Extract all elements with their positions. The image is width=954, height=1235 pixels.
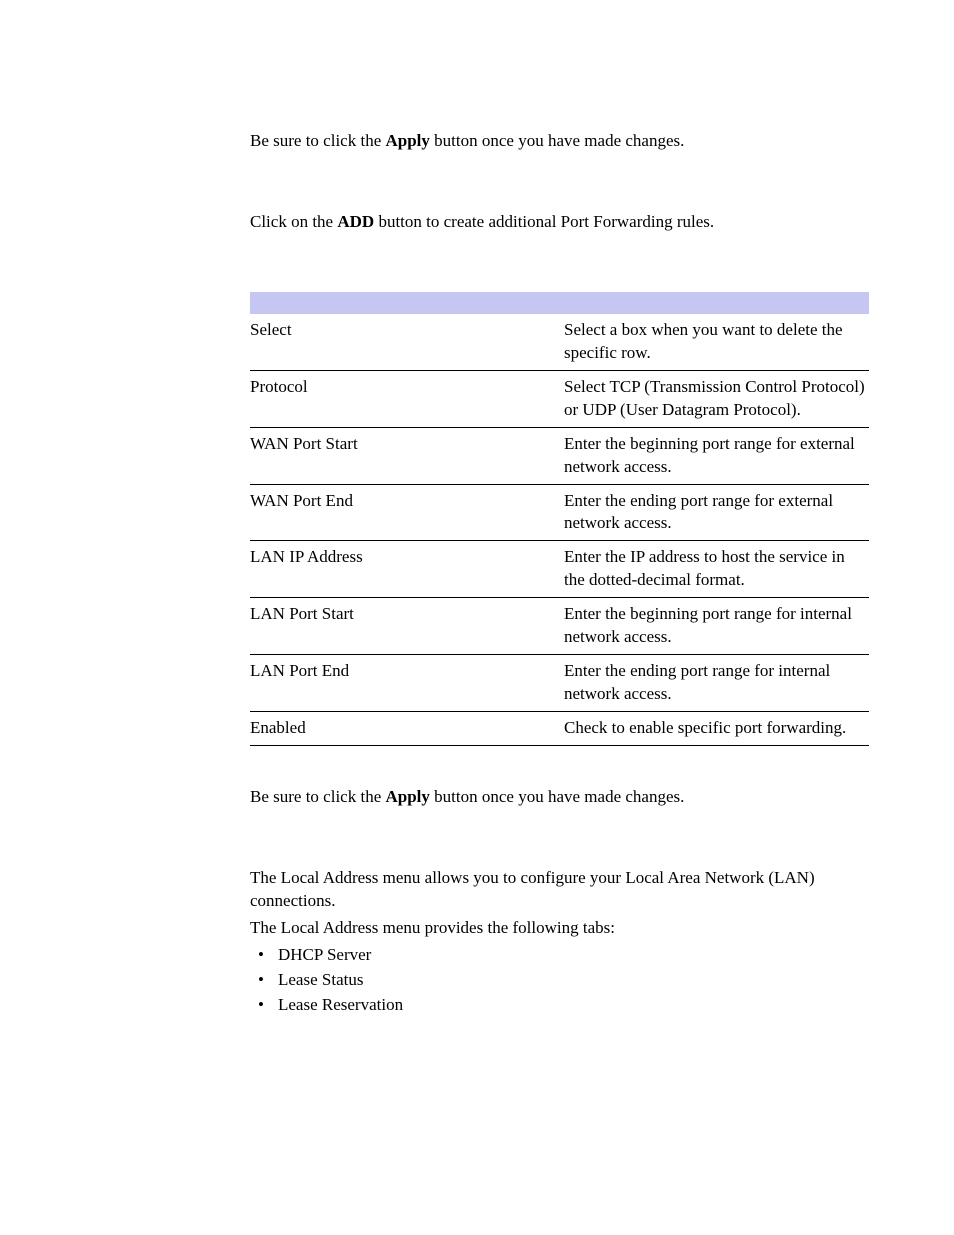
list-item: DHCP Server — [250, 944, 869, 967]
table-cell-desc: Select a box when you want to delete the… — [564, 314, 869, 370]
table-cell-desc: Enter the beginning port range for exter… — [564, 427, 869, 484]
table-row: LAN Port Start Enter the beginning port … — [250, 598, 869, 655]
table-row: LAN IP Address Enter the IP address to h… — [250, 541, 869, 598]
paragraph-tabs-intro: The Local Address menu provides the foll… — [250, 917, 869, 940]
table-cell-label: WAN Port End — [250, 484, 564, 541]
text-bold: Apply — [386, 131, 430, 150]
table-cell-desc: Check to enable specific port forwarding… — [564, 712, 869, 746]
text: button to create additional Port Forward… — [374, 212, 714, 231]
table-header-bar — [250, 292, 869, 314]
table-cell-desc: Enter the ending port range for external… — [564, 484, 869, 541]
table-cell-label: Enabled — [250, 712, 564, 746]
table-cell-label: LAN IP Address — [250, 541, 564, 598]
table-row: Select Select a box when you want to del… — [250, 314, 869, 370]
tabs-list: DHCP Server Lease Status Lease Reservati… — [250, 944, 869, 1017]
table-cell-desc: Enter the IP address to host the service… — [564, 541, 869, 598]
paragraph-add: Click on the ADD button to create additi… — [250, 211, 869, 234]
text-bold: Apply — [386, 787, 430, 806]
table-cell-desc: Enter the ending port range for internal… — [564, 655, 869, 712]
text: button once you have made changes. — [430, 787, 684, 806]
text: button once you have made changes. — [430, 131, 684, 150]
table-row: Protocol Select TCP (Transmission Contro… — [250, 370, 869, 427]
text: Click on the — [250, 212, 337, 231]
table-row: Enabled Check to enable specific port fo… — [250, 712, 869, 746]
list-item: Lease Status — [250, 969, 869, 992]
text: Be sure to click the — [250, 131, 386, 150]
table-row: WAN Port Start Enter the beginning port … — [250, 427, 869, 484]
table-row: LAN Port End Enter the ending port range… — [250, 655, 869, 712]
table-cell-label: Protocol — [250, 370, 564, 427]
text-bold: ADD — [337, 212, 374, 231]
document-page: Be sure to click the Apply button once y… — [0, 0, 954, 1079]
table-cell-label: WAN Port Start — [250, 427, 564, 484]
table-row: WAN Port End Enter the ending port range… — [250, 484, 869, 541]
paragraph-apply-2: Be sure to click the Apply button once y… — [250, 786, 869, 809]
text: Be sure to click the — [250, 787, 386, 806]
paragraph-local-address: The Local Address menu allows you to con… — [250, 867, 869, 913]
table-cell-desc: Enter the beginning port range for inter… — [564, 598, 869, 655]
table-cell-desc: Select TCP (Transmission Control Protoco… — [564, 370, 869, 427]
port-forwarding-table: Select Select a box when you want to del… — [250, 292, 869, 746]
table-cell-label: Select — [250, 314, 564, 370]
table-cell-label: LAN Port End — [250, 655, 564, 712]
table-cell-label: LAN Port Start — [250, 598, 564, 655]
paragraph-apply-1: Be sure to click the Apply button once y… — [250, 130, 869, 153]
list-item: Lease Reservation — [250, 994, 869, 1017]
